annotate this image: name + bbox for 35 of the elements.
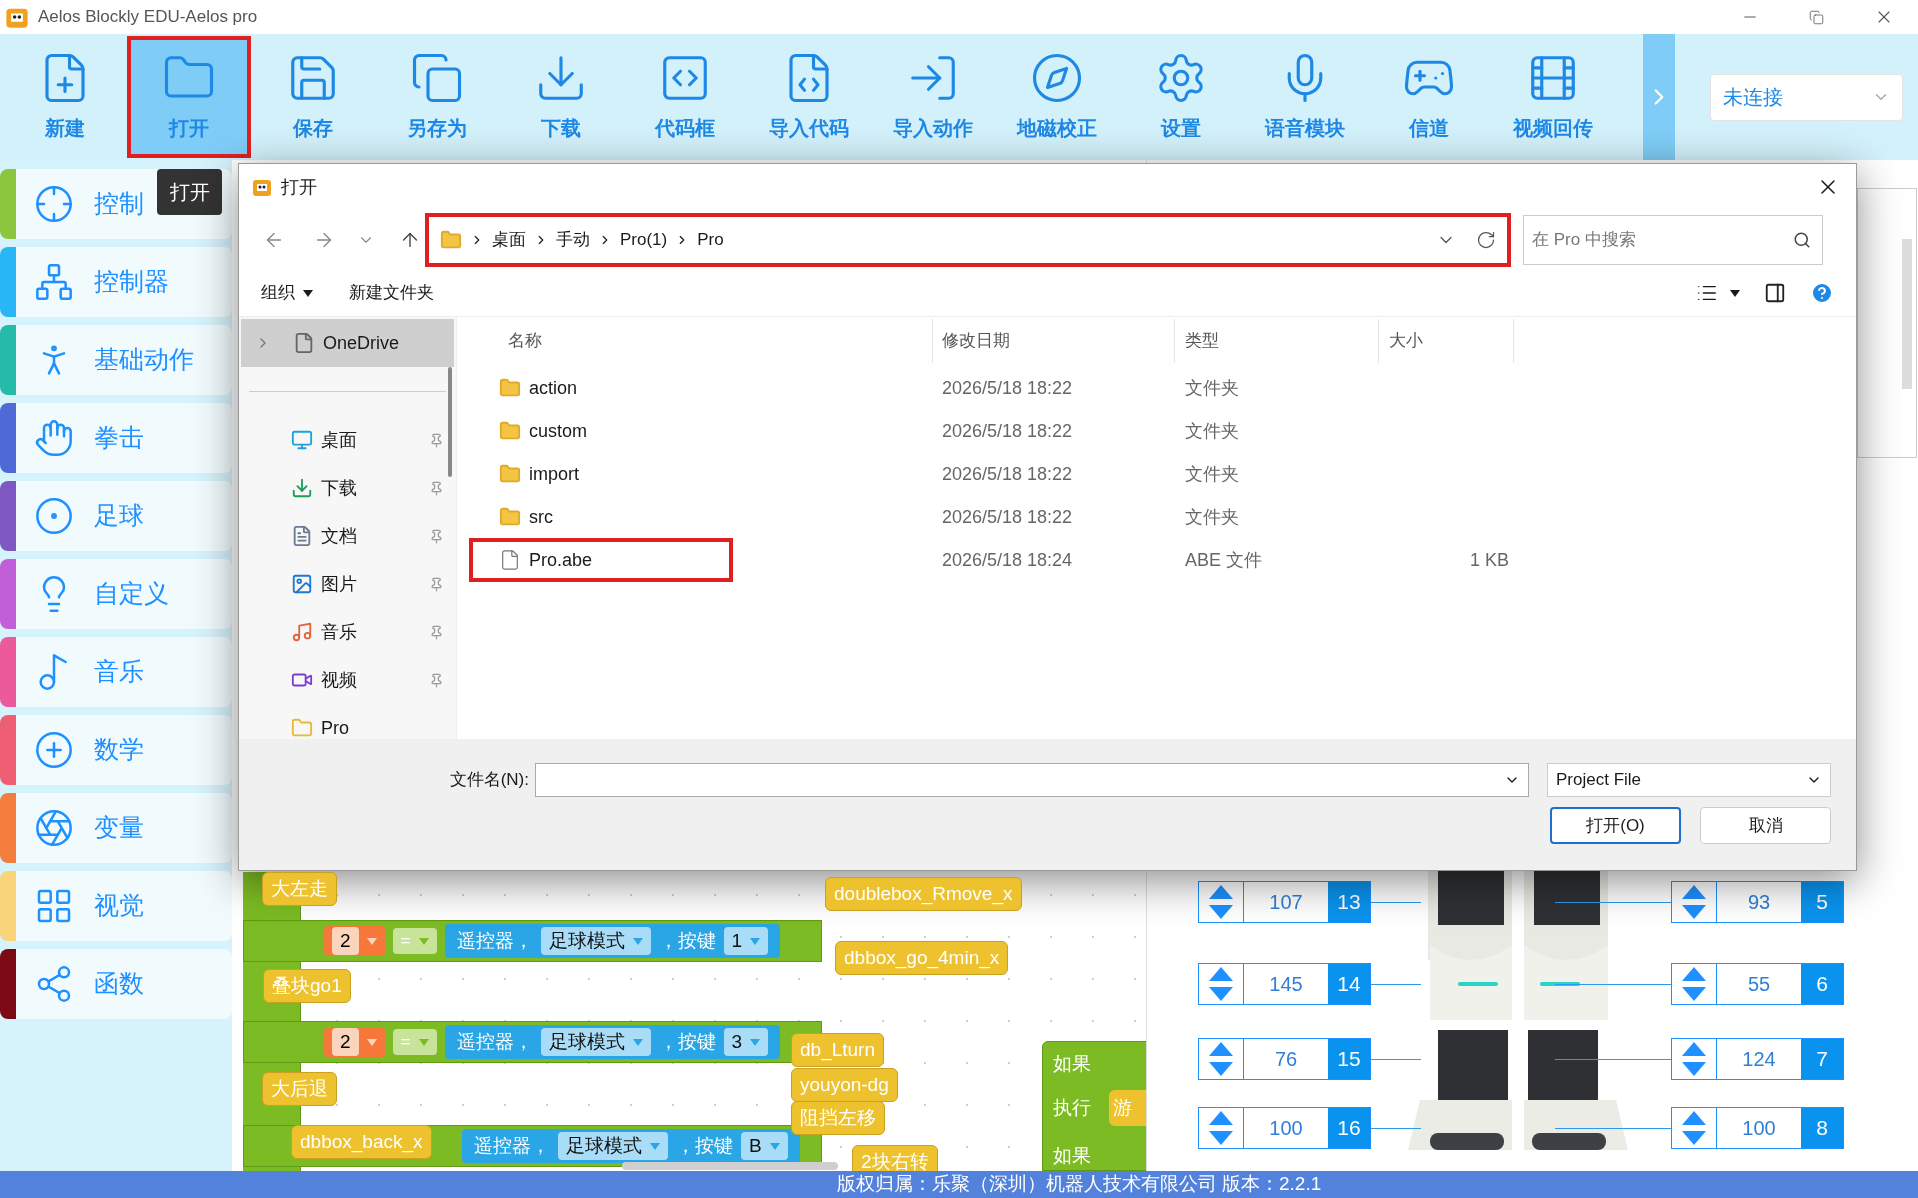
servo-id: 7 — [1801, 1039, 1843, 1079]
servo-id: 13 — [1328, 882, 1370, 922]
file-type: 文件夹 — [1184, 462, 1240, 486]
file-name-label: 文件名(N): — [448, 769, 529, 792]
block-text: 如果 — [1053, 1052, 1091, 1076]
block-text: 如果 — [1053, 1144, 1091, 1168]
modified-date: 2026/5/18 18:22 — [941, 462, 1074, 486]
servo-id: 6 — [1801, 964, 1843, 1004]
number-value: 2 — [332, 1027, 359, 1057]
modified-date: 2026/5/18 18:24 — [941, 548, 1074, 572]
window-title: Aelos Blockly EDU-Aelos pro — [38, 6, 258, 29]
block-text: ，按键 — [676, 1133, 733, 1158]
block-text: ，按键 — [658, 928, 716, 953]
file-type: ABE 文件 — [1184, 548, 1264, 572]
copyright-text: 版权归属：乐聚（深圳）机器人技术有限公司 版本：2.2.1 — [836, 1172, 1322, 1197]
modified-date: 2026/5/18 18:22 — [941, 376, 1074, 400]
servo-id: 15 — [1328, 1039, 1370, 1079]
modified-date: 2026/5/18 18:22 — [941, 505, 1074, 529]
file-size: 1 KB — [1468, 548, 1509, 572]
file-type: 文件夹 — [1184, 376, 1240, 400]
file-type: 文件夹 — [1184, 505, 1240, 529]
modified-date: 2026/5/18 18:22 — [941, 419, 1074, 443]
file-type: 文件夹 — [1184, 419, 1240, 443]
dialog-title: 打开 — [281, 175, 317, 199]
block-text: 遥控器， — [456, 1029, 533, 1054]
servo-id: 5 — [1801, 882, 1843, 922]
block-text: 执行 — [1053, 1096, 1091, 1120]
servo-id: 14 — [1328, 964, 1370, 1004]
servo-id: 8 — [1801, 1108, 1843, 1148]
block-text: 遥控器， — [456, 928, 533, 953]
number-value: 2 — [332, 926, 359, 956]
tooltip: 打开 — [157, 169, 222, 215]
block-text: 遥控器， — [474, 1133, 550, 1158]
block-text: ，按键 — [658, 1029, 716, 1054]
servo-id: 16 — [1328, 1108, 1370, 1148]
